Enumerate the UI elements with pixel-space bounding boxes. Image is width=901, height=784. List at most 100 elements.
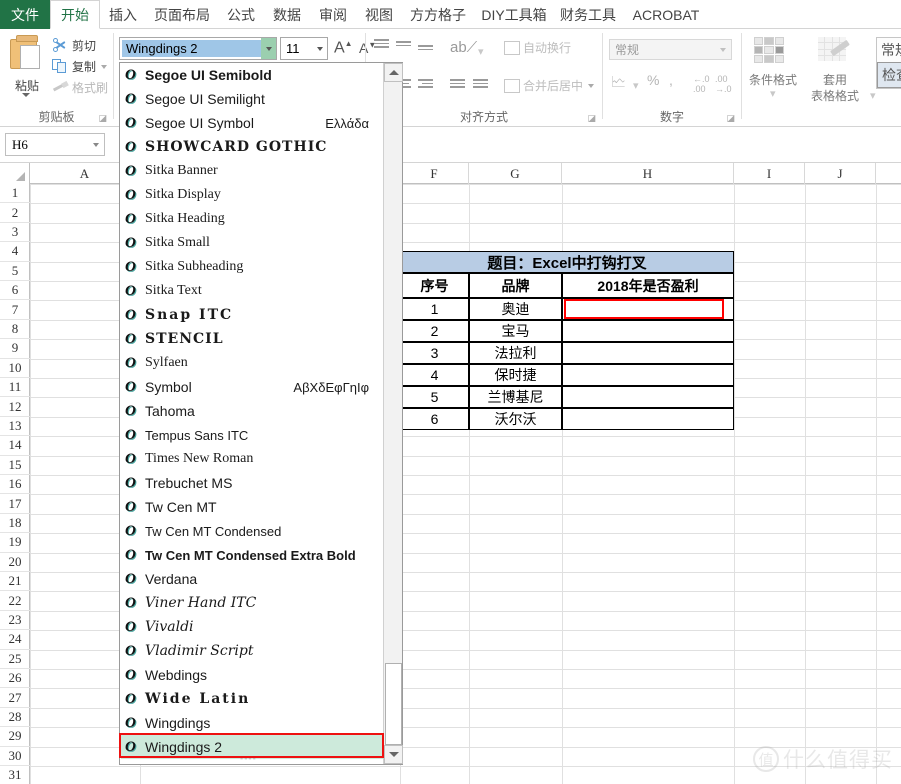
table-cell-brand-4[interactable]: 保时捷 (469, 364, 562, 387)
number-format-caret[interactable] (715, 47, 731, 52)
row-header-16[interactable]: 16 (0, 475, 30, 495)
font-option-segoe-ui-semilight[interactable]: O Segoe UI Semilight (121, 87, 383, 111)
orientation-caret[interactable]: ▾ (478, 45, 484, 58)
row-header-12[interactable]: 12 (0, 397, 30, 417)
copy-button[interactable]: 复制 (52, 58, 108, 75)
row-header-5[interactable]: 5 (0, 262, 30, 281)
copy-dropdown-caret[interactable] (101, 64, 108, 69)
table-cell-profit-4[interactable] (562, 364, 734, 387)
select-all-corner[interactable] (0, 163, 30, 184)
table-cell-no-4[interactable]: 4 (400, 364, 469, 387)
ribbon-tab-9[interactable]: 方方格子 (402, 0, 474, 29)
font-option-snap-itc[interactable]: O Snap ITC (121, 303, 383, 327)
font-size-dropdown-arrow[interactable] (313, 46, 327, 51)
format-as-table-label-2[interactable]: 表格格式 (800, 87, 870, 104)
comma-button[interactable]: , (669, 72, 673, 88)
format-as-table-icon[interactable] (818, 37, 852, 67)
table-title-cell[interactable]: 题目：Excel中打钩打叉 (400, 251, 734, 274)
row-header-29[interactable]: 29 (0, 727, 30, 747)
align-right-icon[interactable] (418, 79, 435, 93)
font-name-input[interactable]: Wingdings 2 (119, 37, 277, 60)
table-header-no[interactable]: 序号 (400, 273, 469, 299)
grow-font-button[interactable]: A▲ (334, 39, 353, 57)
ribbon-tab-5[interactable]: 公式 (218, 0, 264, 29)
ribbon-tab-11[interactable]: 财务工具 (554, 0, 622, 29)
merge-dropdown-caret[interactable] (588, 83, 595, 88)
table-cell-brand-5[interactable]: 兰博基尼 (469, 386, 562, 409)
table-cell-brand-2[interactable]: 宝马 (469, 320, 562, 343)
scroll-up-button[interactable] (384, 63, 403, 82)
row-header-28[interactable]: 28 (0, 708, 30, 728)
font-option-viner-hand-itc[interactable]: O Viner Hand ITC (121, 591, 383, 615)
font-option-sitka-text[interactable]: O Sitka Text (121, 279, 383, 303)
font-option-sitka-heading[interactable]: O Sitka Heading (121, 207, 383, 231)
name-box[interactable]: H6 (5, 133, 105, 156)
font-option-segoe-ui-semibold[interactable]: O Segoe UI Semibold (121, 63, 383, 87)
font-option-sitka-small[interactable]: O Sitka Small (121, 231, 383, 255)
increase-decimal-button[interactable]: ←.0.00 (693, 74, 710, 94)
ribbon-tab-6[interactable]: 数据 (264, 0, 310, 29)
font-option-tw-cen-mt[interactable]: O Tw Cen MT (121, 495, 383, 519)
align-top-icon[interactable] (374, 39, 391, 53)
ribbon-tab-4[interactable]: 页面布局 (146, 0, 218, 29)
table-cell-no-5[interactable]: 5 (400, 386, 469, 409)
font-list-scrollbar[interactable] (383, 63, 403, 764)
percent-button[interactable]: % (647, 72, 659, 88)
align-middle-icon[interactable] (396, 41, 413, 55)
ribbon-tab-2[interactable]: 开始 (50, 0, 100, 29)
row-header-15[interactable]: 15 (0, 456, 30, 475)
row-header-1[interactable]: 1 (0, 184, 30, 204)
font-size-input[interactable]: 11 (280, 37, 328, 60)
cell-style-check[interactable]: 检查 (877, 62, 901, 88)
increase-indent-icon[interactable] (473, 79, 490, 93)
row-header-19[interactable]: 19 (0, 533, 30, 553)
row-header-14[interactable]: 14 (0, 436, 30, 456)
decrease-indent-icon[interactable] (450, 79, 467, 93)
table-header-brand[interactable]: 品牌 (469, 273, 562, 299)
ribbon-tab-8[interactable]: 视图 (356, 0, 402, 29)
merge-center-button[interactable]: 合并后居中 (504, 77, 595, 94)
table-style-caret[interactable]: ▾ (870, 89, 876, 102)
font-option-showcard-gothic[interactable]: O SHOWCARD GOTHIC (121, 135, 383, 159)
ribbon-tab-10[interactable]: DIY工具箱 (474, 0, 554, 29)
font-option-webdings[interactable]: O Webdings (121, 663, 383, 687)
scroll-down-button[interactable] (384, 745, 403, 764)
scrollbar-thumb[interactable] (385, 663, 402, 745)
font-option-vivaldi[interactable]: O Vivaldi (121, 615, 383, 639)
table-cell-no-2[interactable]: 2 (400, 320, 469, 343)
ribbon-tab-12[interactable]: ACROBAT (622, 0, 710, 29)
table-header-profit[interactable]: 2018年是否盈利 (562, 273, 734, 299)
column-header-H[interactable]: H (562, 163, 734, 184)
row-header-6[interactable]: 6 (0, 281, 30, 301)
column-header-I[interactable]: I (734, 163, 805, 184)
font-option-stencil[interactable]: O STENCIL (121, 327, 383, 351)
row-header-26[interactable]: 26 (0, 669, 30, 689)
font-option-tempus-sans-itc[interactable]: O Tempus Sans ITC (121, 423, 383, 447)
table-cell-no-3[interactable]: 3 (400, 342, 469, 365)
row-header-18[interactable]: 18 (0, 514, 30, 534)
format-painter-button[interactable]: 格式刷 (52, 79, 108, 96)
table-cell-profit-3[interactable] (562, 342, 734, 365)
ribbon-tab-7[interactable]: 审阅 (310, 0, 356, 29)
font-option-wide-latin[interactable]: O Wide Latin (121, 687, 383, 711)
font-option-times-new-roman[interactable]: O Times New Roman (121, 447, 383, 471)
font-option-sitka-banner[interactable]: O Sitka Banner (121, 159, 383, 183)
row-header-13[interactable]: 13 (0, 417, 30, 437)
font-option-vladimir-script[interactable]: O Vladimir Script (121, 639, 383, 663)
cell-style-normal[interactable]: 常规 (877, 38, 901, 62)
font-name-dropdown[interactable]: O Segoe UI Semibold O Segoe UI Semilight O Se… (119, 62, 403, 765)
table-cell-no-6[interactable]: 6 (400, 408, 469, 431)
number-format-select[interactable]: 常规 (609, 39, 732, 60)
row-header-8[interactable]: 8 (0, 320, 30, 340)
row-header-17[interactable]: 17 (0, 494, 30, 514)
row-header-23[interactable]: 23 (0, 611, 30, 631)
row-header-27[interactable]: 27 (0, 688, 30, 708)
name-box-caret[interactable] (87, 142, 104, 147)
cell-styles-gallery[interactable]: 常规 检查 (876, 37, 901, 89)
decrease-decimal-button[interactable]: .00 →.0 (715, 74, 732, 94)
wrap-text-button[interactable]: 自动换行 (504, 39, 571, 56)
format-as-table-label-1[interactable]: 套用 (804, 71, 866, 88)
font-option-tw-cen-mt-condensed-extra-bold[interactable]: O Tw Cen MT Condensed Extra Bold (121, 543, 383, 567)
table-cell-profit-5[interactable] (562, 386, 734, 409)
font-option-tw-cen-mt-condensed[interactable]: O Tw Cen MT Condensed (121, 519, 383, 543)
